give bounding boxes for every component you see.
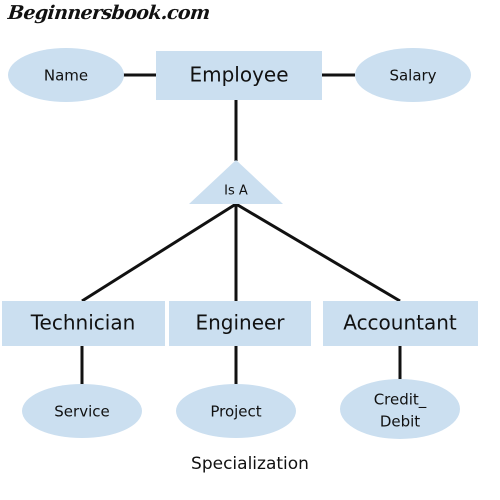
- attribute-credit-debit[interactable]: Credit_ Debit: [340, 379, 460, 439]
- attribute-credit-debit-label-line2: Debit: [380, 413, 420, 431]
- entity-accountant[interactable]: Accountant: [323, 301, 478, 346]
- attribute-service-label: Service: [54, 403, 109, 421]
- attribute-salary[interactable]: Salary: [355, 48, 471, 102]
- edge-isa-to-accountant: [235, 202, 401, 303]
- edge-isa-to-technician: [81, 202, 237, 303]
- er-diagram-canvas: Beginnersbook.com Name Salary Employee I…: [0, 0, 500, 500]
- attribute-name[interactable]: Name: [8, 48, 124, 102]
- entity-employee[interactable]: Employee: [156, 51, 322, 100]
- attribute-name-label: Name: [44, 67, 88, 85]
- entity-employee-label: Employee: [189, 63, 288, 87]
- attribute-project-label: Project: [210, 403, 261, 421]
- attribute-credit-debit-label-line1: Credit_: [374, 391, 427, 410]
- entity-technician-label: Technician: [30, 311, 136, 335]
- entity-engineer[interactable]: Engineer: [169, 301, 311, 346]
- attribute-project[interactable]: Project: [176, 384, 296, 438]
- er-diagram-svg: Name Salary Employee Is A Technician Eng…: [2, 48, 478, 474]
- diagram-caption: Specialization: [191, 454, 309, 474]
- entity-accountant-label: Accountant: [343, 311, 457, 335]
- attribute-service[interactable]: Service: [22, 384, 142, 438]
- entity-technician[interactable]: Technician: [2, 301, 165, 346]
- attribute-salary-label: Salary: [389, 67, 436, 85]
- entity-engineer-label: Engineer: [195, 311, 285, 335]
- relationship-is-a-label: Is A: [224, 184, 248, 199]
- relationship-is-a[interactable]: Is A: [189, 160, 283, 204]
